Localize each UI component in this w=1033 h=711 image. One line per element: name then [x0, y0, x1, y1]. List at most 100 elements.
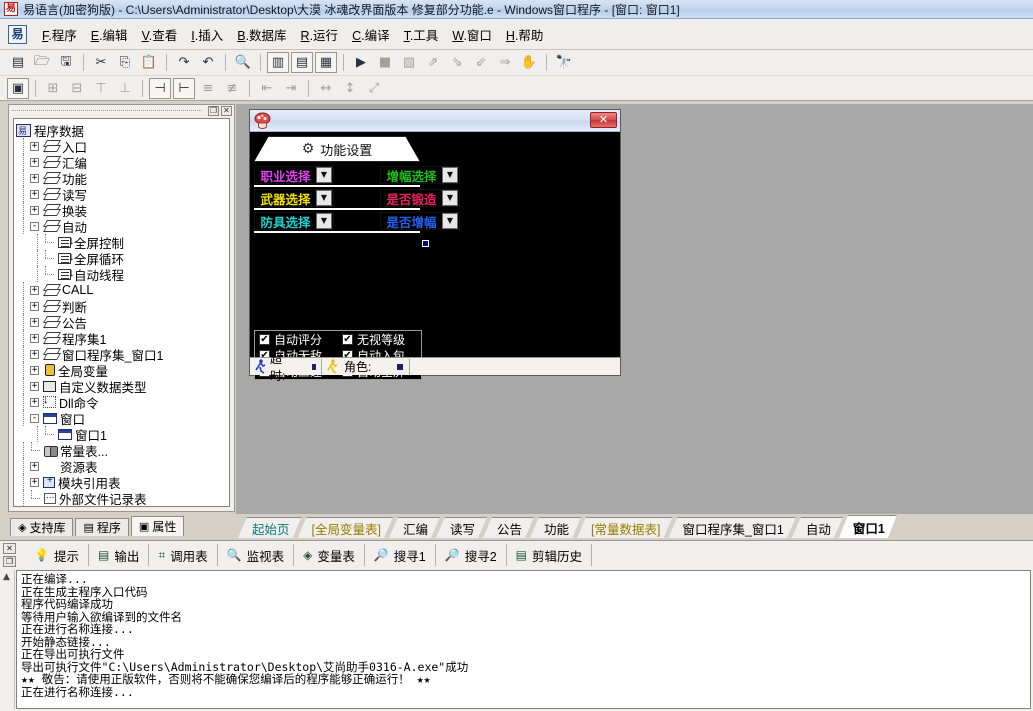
tree-node[interactable]: - 窗口 — [16, 410, 229, 427]
project-tree[interactable]: 程序数据+入口+汇编+功能+读写+换装-自动全屏控制全屏循环自动线程+CALL+… — [13, 118, 230, 507]
center-horizontal-icon[interactable]: ⊣ — [149, 77, 171, 99]
menu-item-10[interactable]: H.帮助 — [499, 22, 551, 47]
bottom-tab-7[interactable]: 🔎 搜寻2 — [436, 544, 507, 566]
tree-expand-icon[interactable]: + — [30, 349, 39, 359]
cut-icon[interactable]: ✂ — [90, 52, 112, 73]
tree-expand-icon[interactable]: + — [30, 301, 39, 311]
open-file-icon[interactable]: 🗁 — [31, 52, 53, 73]
doc-tab-4[interactable]: 读写 — [436, 517, 487, 538]
form-canvas[interactable]: ⚙ 功能设置 职业选择 ▼ 增幅选择 ▼ 武器选择 ▼ 是否锻造 ▼ 防具选择 ▼ 是否增幅 ▼ ✔ 自… — [250, 133, 620, 383]
doc-tab-10[interactable]: 窗口1 — [839, 515, 897, 538]
menu-item-7[interactable]: C.编译 — [345, 22, 397, 47]
layout-horizontal-icon[interactable]: ▤ — [291, 52, 313, 73]
designed-form-window[interactable]: ✕ ⚙ 功能设置 职业选择 ▼ 增幅选择 ▼ 武器选择 ▼ 是否锻造 ▼ 防具选择 ▼ 是否增幅 ▼ … — [249, 109, 621, 383]
tree-node[interactable]: + 汇编 — [16, 154, 229, 171]
tree-node[interactable]: 常量表... — [16, 442, 229, 459]
left-tab-2[interactable]: ▤ 程序 — [75, 518, 129, 536]
bottom-tab-5[interactable]: ◈ 变量表 — [294, 544, 365, 566]
tree-node[interactable]: + 入口 — [16, 138, 229, 155]
layout-vertical-icon[interactable]: ▥ — [267, 52, 289, 73]
tree-node[interactable]: + 窗口程序集_窗口1 — [16, 346, 229, 363]
menu-item-6[interactable]: R.运行 — [294, 22, 346, 47]
checkbox-2[interactable]: ✔ 无视等级 — [338, 331, 421, 347]
doc-tab-1[interactable]: 起始页 — [238, 517, 302, 538]
menu-item-8[interactable]: T.工具 — [397, 22, 446, 47]
combo-box-1[interactable]: 职业选择 ▼ — [254, 166, 334, 184]
redo-icon[interactable]: ↷ — [173, 52, 195, 73]
chevron-down-icon[interactable]: ▼ — [316, 190, 332, 206]
chevron-down-icon[interactable]: ▼ — [442, 167, 458, 183]
tree-expand-icon[interactable]: + — [30, 173, 39, 183]
form-designer-icon[interactable]: ▣ — [7, 77, 29, 99]
menu-item-2[interactable]: E.编辑 — [84, 22, 135, 47]
layout-grid-icon[interactable]: ▦ — [315, 52, 337, 73]
tree-node[interactable]: 外部文件记录表 — [16, 490, 229, 506]
checkbox-checked-icon[interactable]: ✔ — [342, 333, 353, 345]
doc-tab-9[interactable]: 自动 — [792, 517, 843, 538]
undo-icon[interactable]: ↶ — [197, 52, 219, 73]
tree-node[interactable]: 自动线程 — [16, 266, 229, 283]
tree-node[interactable]: + CALL — [16, 282, 229, 298]
menu-item-3[interactable]: V.查看 — [135, 22, 185, 47]
left-tab-3[interactable]: ▣ 属性 — [130, 516, 185, 536]
combo-box-2[interactable]: 增幅选择 ▼ — [380, 166, 460, 184]
paste-icon[interactable]: 📋 — [138, 52, 160, 73]
tree-node[interactable]: + 换装 — [16, 202, 229, 219]
tree-expand-icon[interactable]: + — [30, 477, 39, 487]
menu-item-9[interactable]: W.窗口 — [445, 22, 499, 47]
new-file-icon[interactable]: ▤ — [7, 52, 29, 73]
bottom-tab-6[interactable]: 🔎 搜寻1 — [365, 544, 436, 566]
scroll-up-icon[interactable]: ▲ — [3, 572, 10, 582]
find-icon[interactable]: 🔍 — [232, 52, 254, 73]
left-tab-1[interactable]: ◈ 支持库 — [10, 518, 74, 536]
panel-restore-button[interactable]: ❐ — [208, 106, 219, 116]
tree-expand-icon[interactable]: + — [30, 461, 39, 471]
bottom-tab-2[interactable]: ▤ 输出 — [89, 544, 150, 566]
tree-node[interactable]: 窗口1 — [16, 426, 229, 443]
doc-tab-7[interactable]: [常量数据表] — [577, 517, 672, 538]
tree-node[interactable]: + 资源表 — [16, 458, 229, 475]
chevron-down-icon[interactable]: ▼ — [442, 213, 458, 229]
center-vertical-icon[interactable]: ⊢ — [173, 77, 195, 99]
tree-expand-icon[interactable]: + — [30, 397, 39, 407]
combo-box-6[interactable]: 是否增幅 ▼ — [380, 212, 460, 230]
bottom-tab-4[interactable]: 🔍 监视表 — [218, 544, 295, 566]
tree-node[interactable]: + 功能 — [16, 170, 229, 187]
chevron-down-icon[interactable]: ▼ — [442, 190, 458, 206]
menu-item-5[interactable]: B.数据库 — [230, 22, 293, 47]
tree-expand-icon[interactable]: + — [30, 365, 39, 375]
save-icon[interactable]: 🖫 — [55, 52, 77, 73]
combo-box-3[interactable]: 武器选择 ▼ — [254, 189, 334, 207]
run-icon[interactable]: ▶ — [350, 52, 372, 73]
panel-close-button[interactable]: ✕ — [221, 106, 232, 116]
form-designer-surface[interactable]: ✕ ⚙ 功能设置 职业选择 ▼ 增幅选择 ▼ 武器选择 ▼ 是否锻造 ▼ 防具选择 ▼ 是否增幅 ▼ … — [236, 104, 1033, 514]
checkbox-checked-icon[interactable]: ✔ — [259, 333, 270, 345]
tree-node[interactable]: +Dll命令 — [16, 394, 229, 411]
combo-box-4[interactable]: 是否锻造 ▼ — [380, 189, 460, 207]
doc-tab-5[interactable]: 公告 — [483, 517, 534, 538]
tree-collapse-icon[interactable]: - — [30, 413, 39, 423]
search-binoculars-icon[interactable]: 🔭 — [553, 52, 575, 73]
bottom-tab-8[interactable]: ▤ 剪辑历史 — [507, 544, 592, 566]
doc-tab-8[interactable]: 窗口程序集_窗口1 — [668, 517, 795, 538]
checkbox-1[interactable]: ✔ 自动评分 — [255, 331, 338, 347]
bottom-tab-3[interactable]: ⌗ 调用表 — [149, 544, 218, 566]
tree-expand-icon[interactable]: + — [30, 285, 39, 295]
tree-expand-icon[interactable]: + — [30, 189, 39, 199]
chevron-down-icon[interactable]: ▼ — [316, 213, 332, 229]
selection-handle[interactable] — [422, 240, 429, 247]
tree-node[interactable]: + 判断 — [16, 298, 229, 315]
tree-expand-icon[interactable]: + — [30, 205, 39, 215]
copy-icon[interactable]: ⎘ — [114, 52, 136, 73]
tree-node[interactable]: 程序数据 — [16, 122, 229, 139]
output-text-area[interactable]: 正在编译... 正在生成主程序入口代码 程序代码编译成功 等待用户输入欲编译到的文件名… — [16, 570, 1031, 709]
tree-expand-icon[interactable]: + — [30, 381, 39, 391]
tree-expand-icon[interactable]: + — [30, 157, 39, 167]
tree-expand-icon[interactable]: + — [30, 141, 39, 151]
chevron-down-icon[interactable]: ▼ — [316, 167, 332, 183]
combo-box-5[interactable]: 防具选择 ▼ — [254, 212, 334, 230]
tree-collapse-icon[interactable]: - — [30, 221, 39, 231]
doc-tab-6[interactable]: 功能 — [530, 517, 581, 538]
doc-tab-3[interactable]: 汇编 — [389, 517, 440, 538]
tree-expand-icon[interactable]: + — [30, 317, 39, 327]
